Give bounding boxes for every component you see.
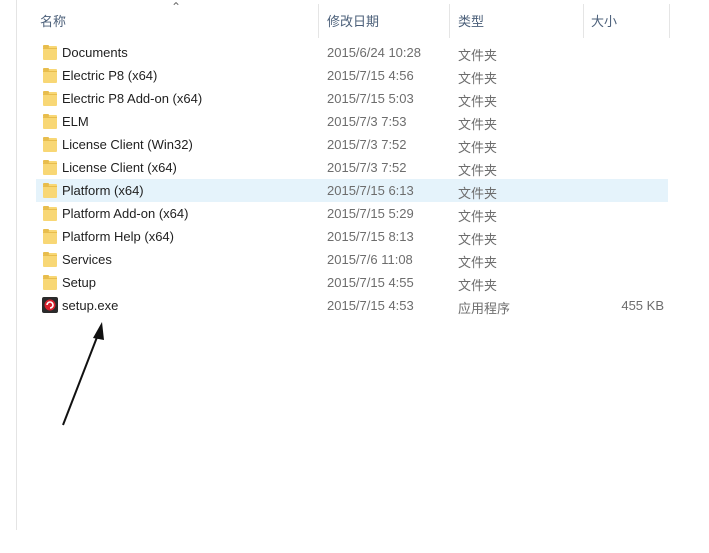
file-size: 455 KB bbox=[621, 298, 664, 313]
column-header-size[interactable]: 大小 bbox=[591, 11, 617, 30]
file-row[interactable]: setup.exe 2015/7/15 4:53 应用程序 455 KB bbox=[36, 294, 668, 317]
file-row[interactable]: ELM 2015/7/3 7:53 文件夹 bbox=[36, 110, 668, 133]
file-type: 文件夹 bbox=[458, 117, 498, 132]
file-name: Services bbox=[62, 252, 112, 267]
file-name: setup.exe bbox=[62, 298, 119, 313]
file-type: 文件夹 bbox=[458, 140, 498, 155]
file-type: 应用程序 bbox=[458, 301, 511, 316]
file-name: Platform Add-on (x64) bbox=[62, 206, 189, 221]
file-type: 文件夹 bbox=[458, 186, 498, 201]
folder-icon bbox=[43, 252, 57, 267]
folder-icon bbox=[43, 114, 57, 129]
folder-icon bbox=[43, 45, 57, 60]
file-date: 2015/7/3 7:53 bbox=[327, 114, 407, 129]
file-name: License Client (Win32) bbox=[62, 137, 193, 152]
file-type: 文件夹 bbox=[458, 278, 498, 293]
file-date: 2015/7/15 8:13 bbox=[327, 229, 414, 244]
folder-icon bbox=[43, 91, 57, 106]
folder-icon bbox=[43, 206, 57, 221]
file-row[interactable]: Services 2015/7/6 11:08 文件夹 bbox=[36, 248, 668, 271]
column-divider[interactable] bbox=[449, 4, 450, 38]
file-name: License Client (x64) bbox=[62, 160, 177, 175]
file-row[interactable]: Setup 2015/7/15 4:55 文件夹 bbox=[36, 271, 668, 294]
file-name: Electric P8 Add-on (x64) bbox=[62, 91, 203, 106]
file-row[interactable]: License Client (x64) 2015/7/3 7:52 文件夹 bbox=[36, 156, 668, 179]
column-divider[interactable] bbox=[318, 4, 319, 38]
file-type: 文件夹 bbox=[458, 94, 498, 109]
file-name: Electric P8 (x64) bbox=[62, 68, 158, 83]
file-name: ELM bbox=[62, 114, 89, 129]
column-divider[interactable] bbox=[669, 4, 670, 38]
file-type: 文件夹 bbox=[458, 48, 498, 63]
column-divider[interactable] bbox=[583, 4, 584, 38]
folder-icon bbox=[43, 160, 57, 175]
file-date: 2015/7/6 11:08 bbox=[327, 252, 413, 267]
column-header: ⌃ 名称 修改日期 类型 大小 bbox=[0, 0, 709, 40]
file-date: 2015/6/24 10:28 bbox=[327, 45, 421, 60]
column-header-type[interactable]: 类型 bbox=[458, 11, 484, 30]
file-row[interactable]: Platform Add-on (x64) 2015/7/15 5:29 文件夹 bbox=[36, 202, 668, 225]
file-type: 文件夹 bbox=[458, 255, 498, 270]
pane-left-border bbox=[16, 0, 17, 530]
file-date: 2015/7/3 7:52 bbox=[327, 160, 407, 175]
file-row[interactable]: Documents 2015/6/24 10:28 文件夹 bbox=[36, 41, 668, 64]
file-row[interactable]: Electric P8 (x64) 2015/7/15 4:56 文件夹 bbox=[36, 64, 668, 87]
file-date: 2015/7/3 7:52 bbox=[327, 137, 407, 152]
file-type: 文件夹 bbox=[458, 209, 498, 224]
file-type: 文件夹 bbox=[458, 232, 498, 247]
file-date: 2015/7/15 4:53 bbox=[327, 298, 414, 313]
file-row[interactable]: License Client (Win32) 2015/7/3 7:52 文件夹 bbox=[36, 133, 668, 156]
column-header-name[interactable]: 名称 bbox=[40, 11, 66, 30]
chevron-up-icon[interactable]: ⌃ bbox=[171, 0, 181, 14]
file-date: 2015/7/15 4:56 bbox=[327, 68, 414, 83]
file-name: Platform (x64) bbox=[62, 183, 144, 198]
folder-icon bbox=[43, 137, 57, 152]
file-date: 2015/7/15 5:03 bbox=[327, 91, 414, 106]
setup-exe-icon bbox=[42, 297, 58, 313]
folder-icon bbox=[43, 229, 57, 244]
file-date: 2015/7/15 6:13 bbox=[327, 183, 414, 198]
file-name: Platform Help (x64) bbox=[62, 229, 174, 244]
file-type: 文件夹 bbox=[458, 163, 498, 178]
file-type: 文件夹 bbox=[458, 71, 498, 86]
folder-icon bbox=[43, 68, 57, 83]
folder-icon bbox=[43, 183, 57, 198]
column-header-date[interactable]: 修改日期 bbox=[327, 11, 379, 30]
folder-icon bbox=[43, 275, 57, 290]
file-name: Setup bbox=[62, 275, 96, 290]
file-name: Documents bbox=[62, 45, 128, 60]
file-row[interactable]: Platform (x64) 2015/7/15 6:13 文件夹 bbox=[36, 179, 668, 202]
file-row[interactable]: Platform Help (x64) 2015/7/15 8:13 文件夹 bbox=[36, 225, 668, 248]
file-row[interactable]: Electric P8 Add-on (x64) 2015/7/15 5:03 文件… bbox=[36, 87, 668, 110]
file-date: 2015/7/15 5:29 bbox=[327, 206, 414, 221]
file-date: 2015/7/15 4:55 bbox=[327, 275, 414, 290]
